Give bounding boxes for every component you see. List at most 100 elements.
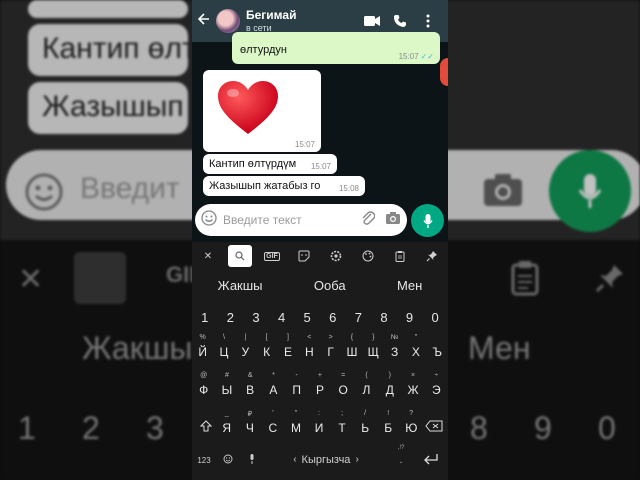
sticker-icon[interactable] [292, 245, 316, 267]
enter-key[interactable] [414, 453, 448, 468]
camera-icon[interactable] [385, 211, 401, 230]
number-key[interactable]: 7 [355, 310, 362, 325]
suggestion-item[interactable]: Ооба [314, 278, 346, 293]
letter-row-2: @ Ф # Ы & В * А - П + Р = О(Л) Д × Ж ÷ Э [192, 372, 448, 402]
backdrop-bubble: Кантип өлтүр [28, 24, 188, 76]
space-bar[interactable]: ‹ Кыргызча › [264, 454, 388, 466]
message-bubble-outgoing[interactable]: өлтурдун 15:07 ✓✓ [232, 32, 440, 64]
close-icon[interactable]: ✕ [196, 245, 220, 267]
letter-key[interactable]: ' С [261, 410, 284, 440]
letter-row-1: % Й \ Ц | У[К] Е < Н > Г{Ш} Щ № З " Х Ъ [192, 334, 448, 364]
letter-key[interactable]: @ Ф [192, 372, 215, 402]
number-key[interactable]: 4 [278, 310, 285, 325]
letter-key[interactable]: \ Ц [214, 334, 234, 364]
number-key[interactable]: 0 [432, 310, 439, 325]
letter-key[interactable]: ] Е [278, 334, 298, 364]
contact-avatar[interactable] [216, 9, 240, 33]
keyboard: ✕ GIF Жакшы Ооба Мен 1 2 3 4 5 6 7 8 9 0… [192, 242, 448, 480]
backdrop-number: 0 [598, 410, 616, 446]
voice-call-icon[interactable] [386, 14, 414, 28]
letter-key[interactable]: (Л [355, 372, 378, 402]
backdrop-suggestion: Жакшы [82, 330, 193, 366]
letter-key[interactable]: | У [235, 334, 255, 364]
backdrop-number: 9 [534, 410, 552, 446]
letter-key[interactable]: ÷ Э [425, 372, 448, 402]
letter-key[interactable]: _ Я [215, 410, 238, 440]
symbols-key[interactable]: 123 [192, 456, 216, 465]
partial-element [440, 58, 448, 86]
letter-key[interactable]: {Ш [342, 334, 362, 364]
comma-key[interactable] [240, 453, 264, 467]
prev-language-icon: ‹ [293, 454, 297, 465]
letter-key[interactable]: × Ж [401, 372, 424, 402]
backdrop-number: 1 [18, 410, 36, 446]
backdrop-bubble: Жазышып ж [28, 82, 188, 134]
letter-key[interactable]: & В [239, 372, 262, 402]
letter-key[interactable]: + Р [308, 372, 331, 402]
letter-key[interactable]: > Г [321, 334, 341, 364]
suggestion-item[interactable]: Мен [397, 278, 422, 293]
suggestion-item[interactable]: Жакшы [218, 278, 263, 293]
number-key[interactable]: 5 [304, 310, 311, 325]
letter-key[interactable]: ; Т [331, 410, 354, 440]
letter-key[interactable]: < Н [299, 334, 319, 364]
letter-key[interactable]: [К [257, 334, 277, 364]
contact-name: Бегимай [246, 7, 297, 22]
letter-key[interactable]: ₽ Ч [238, 410, 261, 440]
emoji-icon[interactable] [201, 209, 217, 231]
letter-key[interactable]: Ъ [427, 334, 447, 364]
letter-key[interactable]: " М [284, 410, 307, 440]
letter-key[interactable]: # Ы [215, 372, 238, 402]
backdrop-number: 2 [82, 410, 100, 446]
more-options-icon[interactable] [414, 14, 442, 28]
letter-key[interactable]: " Х [406, 334, 426, 364]
number-key[interactable]: 1 [201, 310, 208, 325]
backdrop-clipboard-icon [511, 261, 539, 296]
pin-icon[interactable] [420, 245, 444, 267]
contact-info[interactable]: Бегимай в сети [246, 7, 358, 33]
shift-key[interactable] [196, 410, 215, 440]
letter-key[interactable]: ! Б [377, 410, 400, 440]
message-placeholder: Введите текст [223, 213, 302, 227]
voice-record-button[interactable] [411, 204, 444, 237]
letter-key[interactable]: -П [285, 372, 308, 402]
letter-row-3: _ Я ₽ Ч ' С " М: И; Т / Ь! Б? Ю [192, 410, 448, 440]
number-key[interactable]: 9 [406, 310, 413, 325]
emoji-key-icon[interactable] [216, 454, 240, 467]
backdrop-search-key [74, 252, 126, 304]
backdrop-input-text: Введит [80, 172, 180, 205]
message-input[interactable]: Введите текст [195, 204, 407, 236]
letter-key[interactable]: № З [385, 334, 405, 364]
sticker-message[interactable]: 15:07 [203, 70, 321, 152]
backdrop-number: 8 [470, 410, 488, 446]
gif-icon[interactable]: GIF [260, 245, 284, 267]
enter-arrow-icon [424, 453, 438, 464]
backspace-key[interactable] [423, 410, 444, 440]
letter-key[interactable]: :И [307, 410, 330, 440]
theme-palette-icon[interactable] [356, 245, 380, 267]
number-key[interactable]: 6 [329, 310, 336, 325]
letter-key[interactable]: } Щ [363, 334, 383, 364]
back-arrow-icon[interactable] [197, 12, 214, 30]
period-key[interactable]: ,!? . [388, 445, 414, 466]
number-key[interactable]: 2 [227, 310, 234, 325]
message-bubble-incoming[interactable]: Кантип өлтүрдүм 15:07 [203, 154, 337, 174]
backdrop-bubble [28, 0, 188, 18]
attach-icon[interactable] [361, 210, 376, 231]
heart-sticker-icon [218, 81, 278, 134]
letter-key[interactable]: ? Ю [400, 410, 423, 440]
settings-gear-icon[interactable] [324, 245, 348, 267]
keyboard-bottom-row: 123 ‹ Кыргызча › ,!? . [192, 445, 448, 472]
backdrop-camera-icon [484, 174, 522, 206]
letter-key[interactable]: % Й [193, 334, 213, 364]
video-call-icon[interactable] [358, 15, 386, 27]
letter-key[interactable]: / Ь [354, 410, 377, 440]
number-key[interactable]: 8 [380, 310, 387, 325]
letter-key[interactable]: * А [262, 372, 285, 402]
letter-key[interactable]: = О [332, 372, 355, 402]
search-icon[interactable] [228, 245, 252, 267]
clipboard-icon[interactable] [388, 245, 412, 267]
letter-key[interactable]: ) Д [378, 372, 401, 402]
message-bubble-incoming[interactable]: Жазышып жатабыз го 15:08 [203, 176, 365, 196]
number-key[interactable]: 3 [252, 310, 259, 325]
